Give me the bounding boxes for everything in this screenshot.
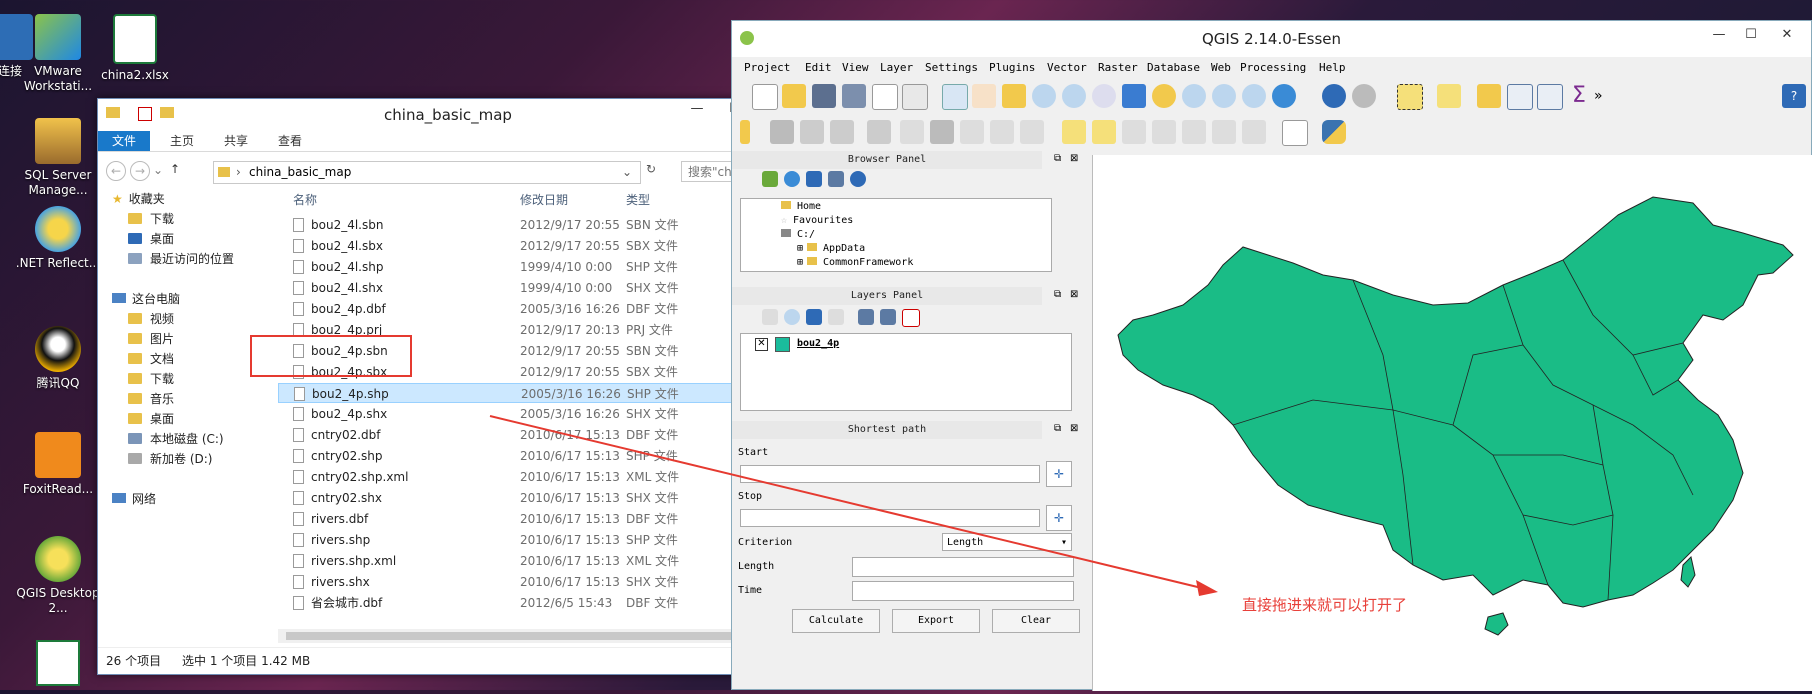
annotation-text: 直接拖进来就可以打开了 xyxy=(1242,596,1408,614)
annotation-arrow xyxy=(489,415,1218,596)
